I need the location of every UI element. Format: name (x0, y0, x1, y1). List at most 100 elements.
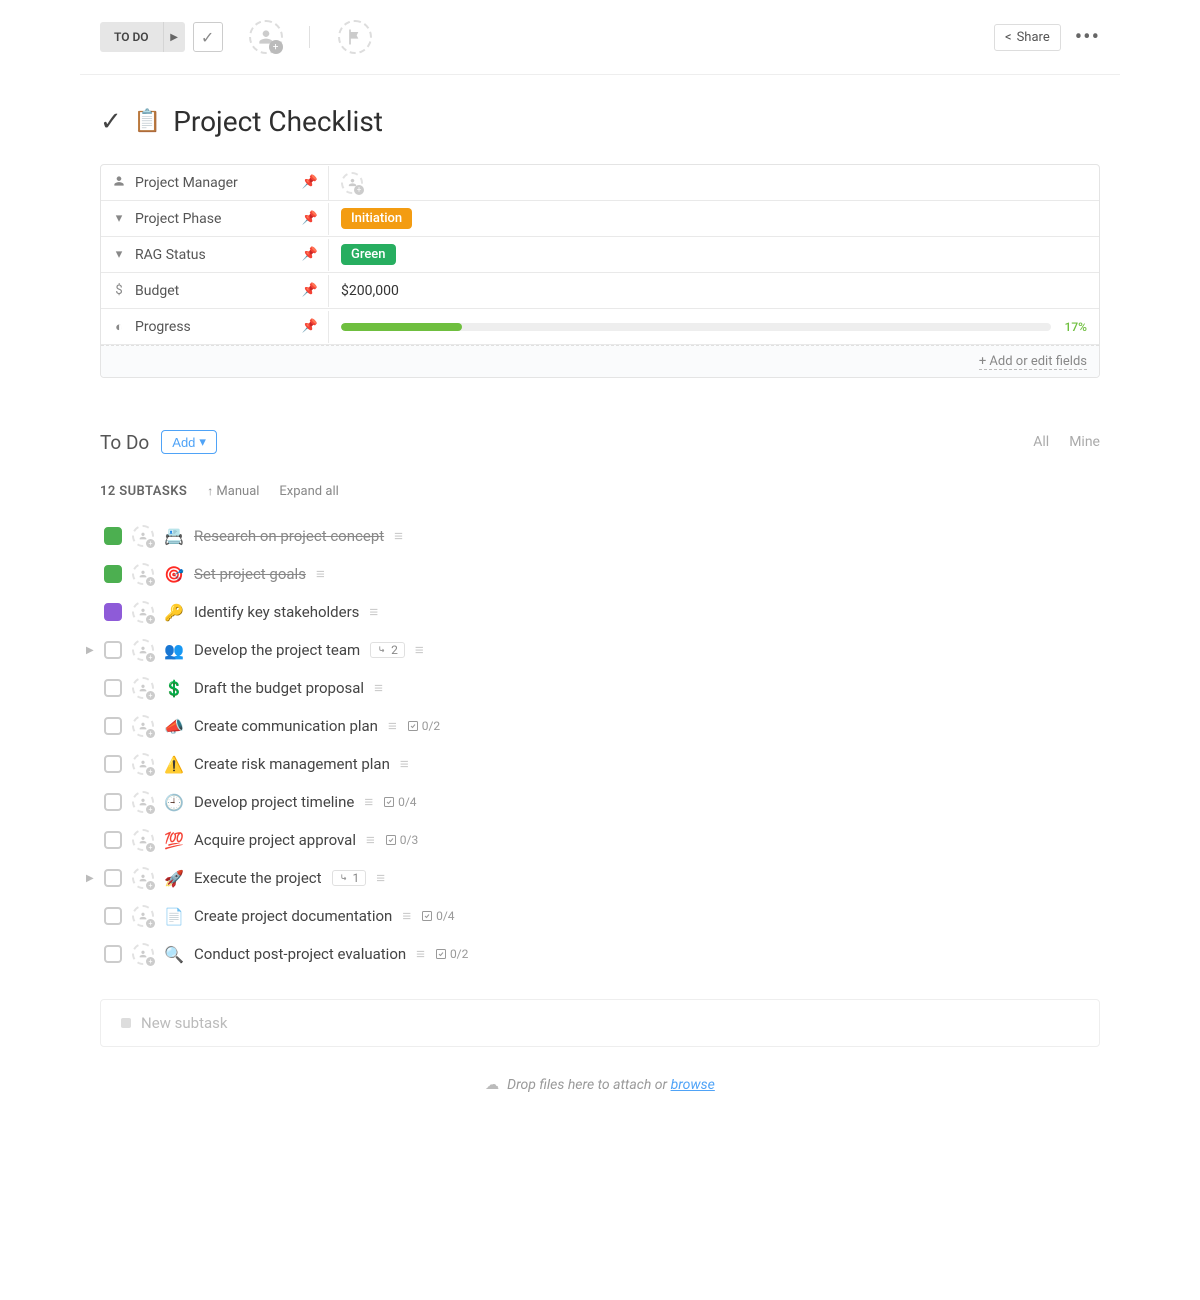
task-status[interactable] (104, 641, 122, 659)
task-assignee[interactable] (132, 715, 154, 737)
task-title[interactable]: Identify key stakeholders (194, 603, 359, 621)
field-value[interactable]: 17% (329, 314, 1099, 340)
task-row[interactable]: 💲Draft the budget proposal≡ (100, 669, 1100, 707)
task-title[interactable]: Develop the project team (194, 641, 360, 659)
description-icon[interactable]: ≡ (394, 527, 403, 545)
sort-button[interactable]: ↑ Manual (207, 484, 259, 499)
task-status[interactable] (104, 793, 122, 811)
task-assignee[interactable] (132, 905, 154, 927)
task-row[interactable]: 🔍Conduct post-project evaluation≡ 0/2 (100, 935, 1100, 973)
cloud-icon: ☁ (485, 1077, 499, 1093)
filter-mine[interactable]: Mine (1069, 434, 1100, 450)
task-row[interactable]: 🔑Identify key stakeholders≡ (100, 593, 1100, 631)
pin-icon[interactable]: 📌 (302, 283, 318, 298)
task-row[interactable]: ▶🚀Execute the project 1≡ (100, 859, 1100, 897)
task-assignee[interactable] (132, 943, 154, 965)
task-status[interactable] (104, 717, 122, 735)
new-subtask-input[interactable]: New subtask (100, 999, 1100, 1047)
progress-bar: 17% (341, 320, 1087, 334)
task-row[interactable]: 📇Research on project concept≡ (100, 517, 1100, 555)
drop-zone[interactable]: ☁ Drop files here to attach or browse (80, 1047, 1120, 1107)
description-icon[interactable]: ≡ (415, 641, 424, 659)
pin-icon[interactable]: 📌 (302, 319, 318, 334)
add-subtask-button[interactable]: Add ▾ (161, 430, 217, 454)
checklist-count[interactable]: 0/3 (385, 833, 418, 847)
description-icon[interactable]: ≡ (369, 603, 378, 621)
field-value[interactable]: Initiation (329, 202, 1099, 235)
task-title[interactable]: Create communication plan (194, 717, 378, 735)
checklist-count[interactable]: 0/2 (435, 947, 468, 961)
checklist-count[interactable]: 0/2 (407, 719, 440, 733)
task-title[interactable]: Acquire project approval (194, 831, 356, 849)
task-row[interactable]: 📣Create communication plan≡ 0/2 (100, 707, 1100, 745)
task-status[interactable] (104, 603, 122, 621)
description-icon[interactable]: ≡ (366, 831, 375, 849)
description-icon[interactable]: ≡ (316, 565, 325, 583)
task-title[interactable]: Execute the project (194, 869, 322, 887)
more-button[interactable]: ••• (1075, 25, 1100, 50)
task-status[interactable] (104, 907, 122, 925)
expand-icon[interactable]: ▶ (86, 645, 96, 656)
add-edit-fields-button[interactable]: + Add or edit fields (979, 354, 1087, 370)
task-assignee[interactable] (132, 753, 154, 775)
task-assignee[interactable] (132, 867, 154, 889)
task-row[interactable]: ⚠️Create risk management plan≡ (100, 745, 1100, 783)
task-assignee[interactable] (132, 829, 154, 851)
task-title[interactable]: Draft the budget proposal (194, 679, 364, 697)
drop-zone-text: Drop files here to attach or browse (507, 1077, 715, 1093)
description-icon[interactable]: ≡ (400, 755, 409, 773)
share-button[interactable]: < Share (994, 24, 1061, 51)
task-status[interactable] (104, 755, 122, 773)
task-row[interactable]: 🕘Develop project timeline≡ 0/4 (100, 783, 1100, 821)
assignee-placeholder[interactable] (341, 172, 363, 194)
task-assignee[interactable] (132, 791, 154, 813)
description-icon[interactable]: ≡ (374, 679, 383, 697)
task-assignee[interactable] (132, 677, 154, 699)
priority-button[interactable] (338, 20, 372, 54)
expand-all-button[interactable]: Expand all (279, 484, 338, 499)
status-button[interactable]: TO DO ▶ (100, 22, 185, 52)
task-row[interactable]: 🎯Set project goals≡ (100, 555, 1100, 593)
description-icon[interactable]: ≡ (388, 717, 397, 735)
task-title[interactable]: Research on project concept (194, 527, 384, 545)
pin-icon[interactable]: 📌 (302, 175, 318, 190)
task-title[interactable]: Create risk management plan (194, 755, 390, 773)
task-row[interactable]: 💯Acquire project approval≡ 0/3 (100, 821, 1100, 859)
pin-icon[interactable]: 📌 (302, 247, 318, 262)
task-status[interactable] (104, 869, 122, 887)
pin-icon[interactable]: 📌 (302, 211, 318, 226)
subtask-count[interactable]: 2 (370, 642, 405, 658)
task-title[interactable]: Create project documentation (194, 907, 392, 925)
task-assignee[interactable] (132, 639, 154, 661)
assign-button[interactable]: + (249, 20, 283, 54)
task-status[interactable] (104, 679, 122, 697)
task-assignee[interactable] (132, 601, 154, 623)
task-title[interactable]: Set project goals (194, 565, 306, 583)
description-icon[interactable]: ≡ (416, 945, 425, 963)
field-value[interactable]: Green (329, 238, 1099, 271)
checklist-count[interactable]: 0/4 (421, 909, 454, 923)
task-status[interactable] (104, 527, 122, 545)
task-title[interactable]: Conduct post-project evaluation (194, 945, 406, 963)
task-row[interactable]: 📄Create project documentation≡ 0/4 (100, 897, 1100, 935)
checklist-count[interactable]: 0/4 (383, 795, 416, 809)
task-title[interactable]: Develop project timeline (194, 793, 354, 811)
task-assignee[interactable] (132, 525, 154, 547)
mark-complete-button[interactable]: ✓ (193, 22, 223, 52)
expand-icon[interactable]: ▶ (86, 873, 96, 884)
status-next-icon[interactable]: ▶ (163, 22, 185, 52)
task-status[interactable] (104, 945, 122, 963)
filter-all[interactable]: All (1033, 434, 1049, 450)
field-value[interactable] (329, 166, 1099, 200)
description-icon[interactable]: ≡ (402, 907, 411, 925)
task-status[interactable] (104, 565, 122, 583)
browse-link[interactable]: browse (671, 1077, 715, 1093)
description-icon[interactable]: ≡ (376, 869, 385, 887)
page-title[interactable]: Project Checklist (173, 105, 383, 138)
subtask-count[interactable]: 1 (332, 870, 367, 886)
description-icon[interactable]: ≡ (364, 793, 373, 811)
field-value[interactable]: $200,000 (329, 277, 1099, 305)
task-assignee[interactable] (132, 563, 154, 585)
task-row[interactable]: ▶👥Develop the project team 2≡ (100, 631, 1100, 669)
task-status[interactable] (104, 831, 122, 849)
